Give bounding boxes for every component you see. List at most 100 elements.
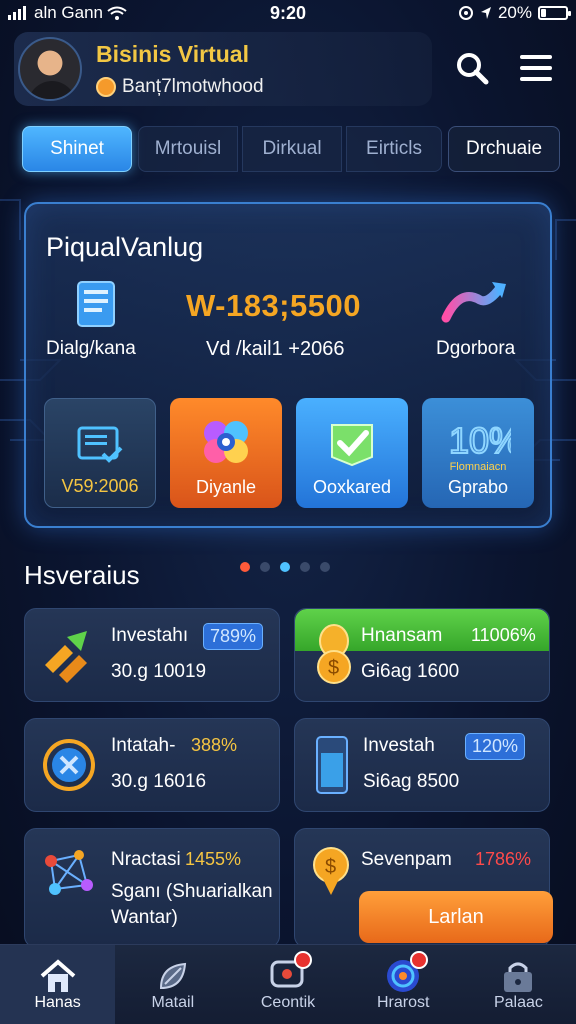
carousel-dot[interactable] <box>240 562 250 572</box>
investment-name: Intatah- <box>111 735 176 756</box>
investment-percent: 1786% <box>475 849 532 869</box>
nav-item-palaac[interactable]: Palaac <box>461 945 576 1024</box>
home-icon <box>40 958 75 992</box>
investment-percent: 120% <box>465 733 526 760</box>
carousel-dot[interactable] <box>300 562 310 572</box>
overview-card: PiqualVanlug Dialg/kana W-183;5500 Vd /k… <box>24 202 552 528</box>
coin-icon <box>96 76 116 97</box>
search-icon <box>457 53 489 85</box>
investment-card[interactable]: Investahı 789% 30.g 10019 <box>24 608 280 702</box>
left-stat-label: Dialg/kana <box>46 338 136 359</box>
tile-label: Gprabo <box>447 477 509 497</box>
notification-badge <box>409 951 428 969</box>
document-check-icon <box>77 426 123 463</box>
investment-amount: Si6ag 8500 <box>363 771 460 792</box>
investment-card[interactable]: $ Sevenpam 1786% Larlan <box>294 828 553 948</box>
signal-icon <box>8 6 26 20</box>
tab-eirticls[interactable]: Eirticls <box>346 126 442 172</box>
investment-name: Sevenpam <box>361 849 452 870</box>
tile-diyanle[interactable]: Diyanle <box>170 398 282 508</box>
action-button[interactable]: Larlan <box>359 891 553 943</box>
circle-target-icon <box>43 739 95 791</box>
section-title: Hsveraius <box>24 560 140 590</box>
tab-shinet[interactable]: Shinet <box>22 126 132 172</box>
svg-text:$: $ <box>328 657 339 679</box>
investment-amount: Gi6ag 1600 <box>361 661 460 682</box>
tile-documents[interactable]: V59:2006 <box>44 398 156 508</box>
investment-amount: Sganı (Shuarialkan <box>111 881 273 902</box>
right-stat-label: Dgorbora <box>436 338 516 359</box>
tile-label: V59:2006 <box>61 476 139 496</box>
nav-item-matail[interactable]: Matail <box>115 945 230 1024</box>
investment-card[interactable]: Nractasi 1455% Sganı (Shuarialkan Wantar… <box>24 828 280 948</box>
investment-amount: 30.g 16016 <box>111 771 207 792</box>
status-right: 20% <box>458 3 571 23</box>
investment-card[interactable]: Intatah- 388% 30.g 16016 <box>24 718 280 812</box>
main-value: W-183;5500 <box>186 288 361 323</box>
carousel-dot[interactable] <box>280 562 290 572</box>
checkmark-icon <box>331 424 373 467</box>
percent-chart-icon: 10% <box>448 419 511 459</box>
investment-name: Hnansam <box>361 625 443 646</box>
battery-fill <box>541 9 547 17</box>
svg-text:10%: 10% <box>449 420 511 459</box>
investment-percent: 1455% <box>185 849 242 869</box>
investment-percent: 789% <box>203 623 264 650</box>
carousel-dot[interactable] <box>320 562 330 572</box>
svg-text:$: $ <box>325 856 336 878</box>
alarm-icon <box>458 6 473 20</box>
nav-label: Hanas <box>34 993 81 1011</box>
investment-amount-line2: Wantar) <box>111 907 178 928</box>
investment-percent: 388% <box>191 735 238 755</box>
nav-item-hrarost[interactable]: Hrarost <box>346 945 461 1024</box>
flower-gear-icon <box>204 421 248 463</box>
main-value-label: Vd /kail1 +2066 <box>206 338 345 360</box>
tile-ooxkared[interactable]: Ooxkared <box>296 398 408 508</box>
avatar[interactable] <box>18 37 82 101</box>
nav-label: Matail <box>151 993 195 1011</box>
category-tabs: Shinet Mrtouisl Dirkual Eirticls Drchuai… <box>22 126 560 172</box>
battery-percent: 20% <box>497 3 532 22</box>
hamburger-menu-icon <box>520 55 552 81</box>
tab-dirkual[interactable]: Dirkual <box>242 126 342 172</box>
investment-name: Nractasi <box>111 849 181 870</box>
tile-gprabo[interactable]: 10% Flomnaiacn Gprabo <box>422 398 534 508</box>
nav-label: Ceontik <box>260 993 316 1011</box>
carrier-name: aln Gann <box>34 3 103 22</box>
leaf-chart-icon <box>159 962 186 989</box>
investment-card[interactable]: Investah 120% Si6ag 8500 <box>294 718 550 812</box>
battery-icon <box>538 6 571 20</box>
search-button[interactable] <box>452 48 492 88</box>
document-icon <box>77 281 115 327</box>
notification-badge <box>294 951 313 969</box>
wifi-icon <box>107 6 127 20</box>
profile-header[interactable]: Bisinis Virtual Banț7lmotwhood <box>14 32 432 106</box>
investment-amount: 30.g 10019 <box>111 661 207 682</box>
location-icon <box>480 7 491 19</box>
phone-battery-icon <box>316 736 348 794</box>
tab-drchuaie[interactable]: Drchuaie <box>448 126 560 172</box>
carousel-dots[interactable] <box>240 562 330 572</box>
tile-label: Ooxkared <box>312 477 392 497</box>
network-nodes-icon <box>45 850 93 895</box>
tile-caption: Flomnaiacn <box>449 461 507 473</box>
nav-item-ceontik[interactable]: Ceontik <box>230 945 345 1024</box>
tile-label: Diyanle <box>195 477 257 497</box>
app-subtitle-row: Banț7lmotwhood <box>96 76 264 98</box>
investment-name: Investahı <box>111 625 189 646</box>
menu-button[interactable] <box>516 48 556 88</box>
nav-item-home[interactable]: Hanas <box>0 945 116 1024</box>
app-title: Bisinis Virtual <box>96 40 249 67</box>
growth-arrow-icon <box>441 282 506 323</box>
header-text: Bisinis Virtual Banț7lmotwhood <box>96 41 264 98</box>
tab-mrtouisl[interactable]: Mrtouisl <box>138 126 238 172</box>
bottom-navigation: Hanas Matail Ceontik Hrarost Palaac <box>0 944 576 1024</box>
nav-label: Hrarost <box>376 993 430 1011</box>
app-subtitle: Banț7lmotwhood <box>122 75 264 97</box>
carousel-dot[interactable] <box>260 562 270 572</box>
investment-name: Investah <box>363 735 435 756</box>
investment-percent: 11006% <box>471 625 536 645</box>
status-bar: aln Gann 9:20 20% <box>0 0 576 26</box>
card-title: PiqualVanlug <box>46 232 204 262</box>
investment-card[interactable]: $ Hnansam 11006% Gi6ag 1600 <box>294 608 550 702</box>
